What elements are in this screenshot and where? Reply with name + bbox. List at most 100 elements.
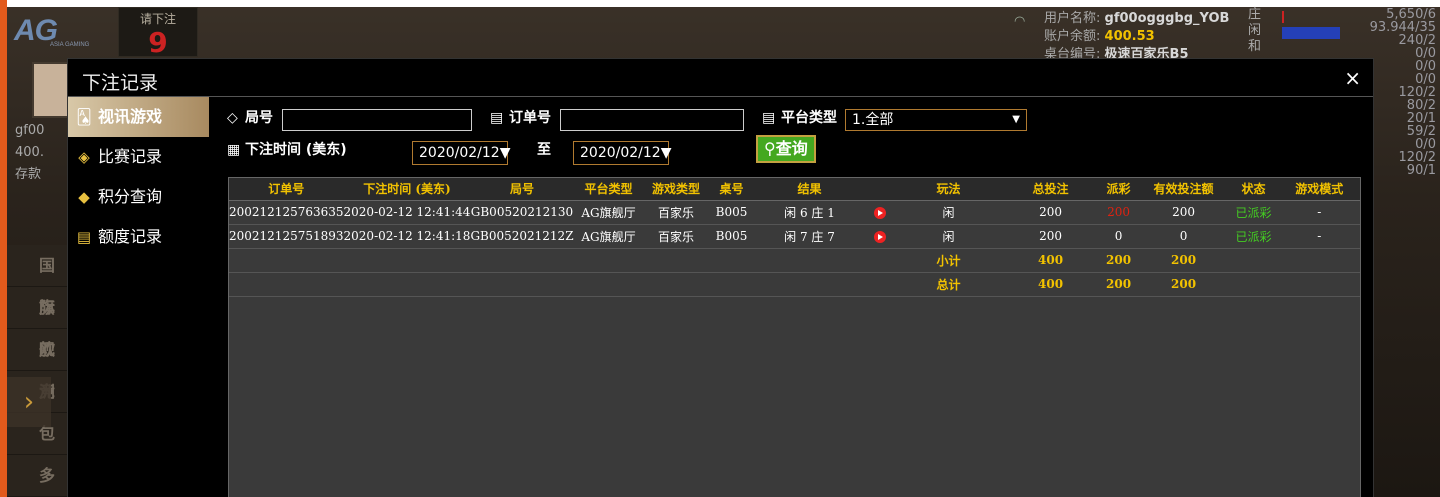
- subtotal-label: 小计: [894, 248, 1003, 273]
- modal-header: 下注记录 ×: [68, 59, 1373, 97]
- cell-time: 2020-02-12 12:41:44: [343, 200, 471, 225]
- sidebar-item-label: 比赛记录: [98, 147, 163, 166]
- col-table: 桌号: [708, 178, 755, 201]
- bet-records-table: 订单号 下注时间 (美东) 局号 平台类型 游戏类型 桌号 结果 玩法 总投注 …: [228, 177, 1361, 497]
- play-icon[interactable]: [873, 230, 886, 243]
- chevron-down-icon: ▼: [499, 145, 511, 161]
- chevron-down-icon: ▼: [1012, 114, 1020, 125]
- deposit-link[interactable]: 存款: [7, 164, 67, 186]
- calendar-icon: ▦: [227, 142, 241, 158]
- left-account-info: gf00 400. 存款: [7, 120, 67, 186]
- sidebar-item-points[interactable]: ◆ 积分查询: [68, 177, 209, 217]
- left-hall-menu: 国际 旗舰 欧洲 竞 包 多: [7, 245, 67, 497]
- cards-icon: 🂡: [76, 108, 92, 126]
- cell-game: 百家乐: [643, 224, 709, 249]
- col-platform: 平台类型: [573, 178, 644, 201]
- platform-label: 平台类型: [781, 110, 837, 126]
- cell-bet: 200: [1002, 200, 1099, 225]
- cell-order: 200212125763635: [229, 200, 344, 225]
- close-icon[interactable]: ×: [1344, 66, 1361, 90]
- tag-icon: ◇: [227, 110, 238, 126]
- col-valid: 有效投注额: [1138, 178, 1229, 201]
- bet-record-modal: 下注记录 × 🂡 视讯游戏 ◈ 比赛记录 ◆ 积分查询 ▤ 额度记录 ◇ 局号 …: [67, 58, 1374, 497]
- platform-select-value: 1.全部: [852, 112, 894, 128]
- gem-icon: ◆: [78, 188, 90, 206]
- cell-order: 200212125751893: [229, 224, 344, 249]
- col-payout: 派彩: [1098, 178, 1139, 201]
- table-row[interactable]: 200212125751893 2020-02-12 12:41:18 GB00…: [229, 224, 1360, 249]
- date-to-picker[interactable]: 2020/02/12▼: [573, 141, 671, 165]
- platform-select[interactable]: 1.全部 ▼: [845, 109, 1027, 131]
- bet-prompt: 请下注: [139, 12, 176, 26]
- road-tie: 和: [1248, 39, 1262, 54]
- round-input[interactable]: [282, 109, 472, 131]
- sidebar-item-credit-records[interactable]: ▤ 额度记录: [68, 217, 209, 257]
- modal-title: 下注记录: [82, 72, 159, 94]
- hall-item[interactable]: 多: [7, 455, 67, 497]
- date-from-picker[interactable]: 2020/02/12▼: [412, 141, 511, 165]
- wifi-icon: ◠: [1014, 14, 1026, 29]
- player-bar: [1282, 27, 1340, 39]
- col-round: 局号: [470, 178, 574, 201]
- road-summary: 庄 闲 和: [1248, 7, 1340, 55]
- cell-play: 闲: [894, 224, 1003, 249]
- chevron-right-icon[interactable]: ›: [7, 377, 51, 427]
- search-icon: ⚲: [764, 139, 776, 158]
- cell-mode: -: [1278, 224, 1360, 249]
- col-bet: 总投注: [1002, 178, 1099, 201]
- cell-payout: 200: [1098, 200, 1139, 225]
- order-label: 订单号: [509, 110, 551, 126]
- sidebar-item-video-games[interactable]: 🂡 视讯游戏: [68, 97, 219, 137]
- col-play: 玩法: [894, 178, 1003, 201]
- subtotal-row: 小计 400 200 200: [229, 248, 1360, 273]
- query-button[interactable]: ⚲查询: [756, 135, 816, 163]
- time-label: 下注时间 (美东): [245, 142, 347, 158]
- cell-platform: AG旗舰厅: [573, 200, 644, 225]
- receipt-icon: ▤: [490, 110, 504, 126]
- top-strip: [0, 0, 1440, 7]
- cell-bet: 200: [1002, 224, 1099, 249]
- sidebar-item-label: 积分查询: [98, 187, 163, 206]
- road-banker: 庄: [1248, 7, 1262, 22]
- left-accent-strip: [0, 0, 7, 497]
- cell-mode: -: [1278, 200, 1360, 225]
- cell-game: 百家乐: [643, 200, 709, 225]
- table-row[interactable]: 200212125763635 2020-02-12 12:41:44 GB00…: [229, 200, 1360, 225]
- hall-item[interactable]: 旗舰: [7, 287, 67, 359]
- ticket-icon: ◈: [78, 148, 90, 166]
- query-button-label: 查询: [775, 139, 808, 158]
- cell-result: 闲 6 庄 1: [754, 200, 865, 225]
- document-icon: ▤: [76, 228, 92, 246]
- hall-item[interactable]: 欧洲: [7, 329, 67, 401]
- table-header-row: 订单号 下注时间 (美东) 局号 平台类型 游戏类型 桌号 结果 玩法 总投注 …: [229, 178, 1360, 201]
- date-to-value: 2020/02/12: [580, 145, 661, 161]
- left-account-name: gf00: [15, 123, 45, 138]
- cell-replay: [864, 200, 895, 225]
- cell-round: GB00520212130: [470, 200, 574, 225]
- order-input[interactable]: [560, 109, 744, 131]
- sidebar-item-label: 视讯游戏: [98, 107, 163, 126]
- modal-sidebar: 🂡 视讯游戏 ◈ 比赛记录 ◆ 积分查询 ▤ 额度记录: [68, 97, 219, 497]
- cell-platform: AG旗舰厅: [573, 224, 644, 249]
- cell-status: 已派彩: [1228, 224, 1279, 249]
- to-label: 至: [537, 142, 551, 158]
- total-bet: 400: [1002, 272, 1099, 297]
- user-info: 用户名称: gf00ogggbg_YOB 账户余额: 400.53 桌台编号: …: [1044, 10, 1229, 64]
- modal-content: ◇ 局号 ▤ 订单号 ▤ 平台类型 1.全部 ▼ ▦ 下注时间 (美东) 202…: [209, 97, 1373, 497]
- cell-result: 闲 7 庄 7: [754, 224, 865, 249]
- cell-payout: 0: [1098, 224, 1139, 249]
- banker-bar: [1282, 11, 1284, 23]
- round-label: 局号: [245, 110, 273, 126]
- cell-table: B005: [708, 200, 755, 225]
- col-replay: [864, 178, 895, 201]
- cell-play: 闲: [894, 200, 1003, 225]
- play-icon[interactable]: [873, 206, 886, 219]
- col-game: 游戏类型: [643, 178, 709, 201]
- sidebar-item-label: 额度记录: [98, 227, 163, 246]
- balance-label: 账户余额:: [1044, 29, 1101, 44]
- bet-countdown-box: 请下注 9: [118, 7, 198, 59]
- cell-status: 已派彩: [1228, 200, 1279, 225]
- sidebar-item-match-records[interactable]: ◈ 比赛记录: [68, 137, 209, 177]
- total-payout: 200: [1098, 272, 1139, 297]
- hall-item[interactable]: 国际: [7, 245, 67, 317]
